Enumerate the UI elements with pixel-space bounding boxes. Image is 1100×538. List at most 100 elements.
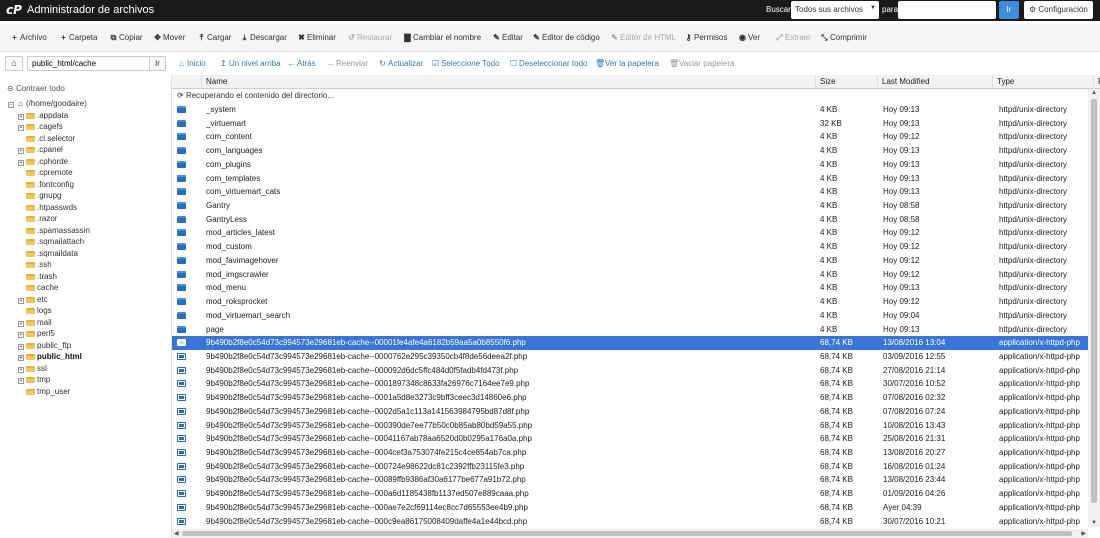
table-row[interactable]: 9b490b2f8e0c54d73c994573e29681eb-cache--… [172,405,1089,419]
toolbar-editor-de-html-button[interactable]: ✎ Editor de HTML [610,33,676,42]
table-row[interactable]: 9b490b2f8e0c54d73c994573e29681eb-cache--… [172,515,1089,529]
table-row[interactable]: _virtuemart 32 KB Hoy 09:13 httpd/unix-dire… [172,117,1089,131]
path-go-button[interactable]: Ir [149,56,166,71]
tree-item[interactable]: + public_html [18,351,82,362]
table-row[interactable]: 9b490b2f8e0c54d73c994573e29681eb-cache--… [172,487,1089,501]
table-row[interactable]: com_languages 4 KB Hoy 09:13 httpd/unix-dir… [172,144,1089,158]
table-row[interactable]: 9b490b2f8e0c54d73c994573e29681eb-cache--… [172,501,1089,515]
expand-icon[interactable]: + [18,343,24,350]
search-go-button[interactable]: Ir [999,1,1019,19]
nav-inicio-button[interactable]: ⌂ Inicio [177,59,206,68]
expand-icon[interactable]: + [18,297,24,304]
header-last-modified[interactable]: Last Modified [877,75,992,89]
table-row[interactable]: 9b490b2f8e0c54d73c994573e29681eb-cache--… [172,391,1089,405]
expand-icon[interactable]: + [18,159,24,166]
header-name[interactable]: Name [201,75,815,89]
tree-item[interactable]: .htpasswds [18,202,77,213]
toolbar-ver-button[interactable]: ◉ Ver [738,33,760,42]
table-row[interactable]: mod_favimagehover 4 KB Hoy 09:12 httpd/unix… [172,254,1089,268]
toolbar-cargar-button[interactable]: ⤒ Cargar [197,33,232,43]
table-row[interactable]: 9b490b2f8e0c54d73c994573e29681eb-cache--… [172,364,1089,378]
tree-item[interactable]: + ssl [18,363,47,374]
toolbar-permisos-button[interactable]: ⚷ Permisos [684,33,728,42]
tree-item[interactable]: + etc [18,294,48,305]
table-row[interactable]: mod_virtuemart_search 4 KB Hoy 09:04 httpd/… [172,309,1089,323]
tree-item[interactable]: .spamassassin [18,225,90,236]
scroll-right-icon[interactable]: ▶ [1081,530,1086,537]
nav-reenviar-button[interactable]: → Reenviar [326,59,369,68]
table-row[interactable]: GantryLess 4 KB Hoy 08:58 httpd/unix-direct… [172,213,1089,227]
expand-icon[interactable]: + [18,378,24,384]
table-row[interactable]: 9b490b2f8e0c54d73c994573e29681eb-cache--… [172,460,1089,474]
expand-icon[interactable]: + [18,320,24,327]
table-row[interactable]: 9b490b2f8e0c54d73c994573e29681eb-cache--… [172,446,1089,460]
nav-un-nivel-arriba-button[interactable]: ↥ Un nivel arriba [219,59,280,68]
tree-item[interactable]: + public_ftp [18,340,71,351]
toolbar-editar-button[interactable]: ✎ Editar [492,33,523,42]
toolbar-cambiar-el-nombre-button[interactable]: ▇ Cambiar el nombre [403,33,481,42]
toolbar-archivo-button[interactable]: + Archivo [10,33,47,42]
table-row[interactable]: 9b490b2f8e0c54d73c994573e29681eb-cache--… [172,350,1089,364]
search-input[interactable] [898,1,996,19]
tree-root[interactable]: − ⌂ (/home/goodaire) [8,98,87,109]
toolbar-comprimir-button[interactable]: ⤡ Comprimir [820,33,867,43]
toolbar-descargar-button[interactable]: ⤓ Descargar [240,33,287,43]
tree-item[interactable]: cache [18,282,58,293]
tree-item[interactable]: tmp_user [18,386,70,397]
toolbar-copiar-button[interactable]: ⧉ Copiar [109,33,143,43]
table-row[interactable]: 9b490b2f8e0c54d73c994573e29681eb-cache--… [172,419,1089,433]
tree-item[interactable]: logs [18,305,52,316]
table-row[interactable]: 9b490b2f8e0c54d73c994573e29681eb-cache--… [172,377,1089,391]
expand-icon[interactable]: + [18,332,24,338]
nav-vaciar-papelera-button[interactable]: 🗑Vaciar papelera [669,59,734,68]
scroll-up-icon[interactable]: ▲ [1091,90,1097,96]
path-input[interactable] [27,56,151,71]
header-permissions[interactable]: P [1093,75,1100,89]
table-row[interactable]: mod_roksprocket 4 KB Hoy 09:12 httpd/unix-d… [172,295,1089,309]
toolbar-mover-button[interactable]: ✥ Mover [153,33,185,42]
table-row[interactable]: 9b490b2f8e0c54d73c994573e29681eb-cache--… [172,336,1089,350]
nav-actualizar-button[interactable]: ↻ Actualizar [378,59,423,68]
table-row[interactable]: mod_imgscrawler 4 KB Hoy 09:12 httpd/unix-d… [172,268,1089,282]
nav-atr-s-button[interactable]: ← Atrás [287,59,316,68]
tree-item[interactable]: + .cpanel [18,144,63,155]
tree-item[interactable]: + tmp [18,374,50,385]
horizontal-scroll-thumb[interactable] [182,531,1072,536]
expand-icon[interactable]: + [18,125,24,131]
table-row[interactable]: com_templates 4 KB Hoy 09:13 httpd/unix-dir… [172,172,1089,186]
vertical-scroll-thumb[interactable] [1091,99,1097,503]
tree-item[interactable]: .razor [18,213,57,224]
table-row[interactable]: mod_custom 4 KB Hoy 09:12 httpd/unix-direct… [172,240,1089,254]
tree-item[interactable]: .trash [18,271,57,282]
vertical-scrollbar[interactable]: ▲ ▼ [1088,89,1100,527]
table-row[interactable]: com_plugins 4 KB Hoy 09:13 httpd/unix-direc… [172,158,1089,172]
table-row[interactable]: 9b490b2f8e0c54d73c994573e29681eb-cache--… [172,432,1089,446]
home-dir-button[interactable]: ⌂ [5,56,23,71]
settings-button[interactable]: ⚙ Configuración [1024,1,1093,19]
table-row[interactable]: mod_articles_latest 4 KB Hoy 09:12 httpd/un… [172,226,1089,240]
tree-item[interactable]: .sqmailattach [18,236,84,247]
toolbar-eliminar-button[interactable]: ✖ Eliminar [297,33,336,42]
nav-deseleccionar-todo-button[interactable]: ☐ Deseleccionar todo [509,59,588,68]
header-type[interactable]: Type [992,75,1093,89]
table-row[interactable]: Gantry 4 KB Hoy 08:58 httpd/unix-directory [172,199,1089,213]
expand-icon[interactable]: + [18,355,24,361]
table-row[interactable]: 9b490b2f8e0c54d73c994573e29681eb-cache--… [172,473,1089,487]
table-row[interactable]: mod_menu 4 KB Hoy 09:13 httpd/unix-director… [172,281,1089,295]
collapse-all-button[interactable]: ⊝ Contraer todo [7,84,65,93]
toolbar-editor-de-c-digo-button[interactable]: ✎ Editor de código [532,33,600,42]
collapse-toggle-icon[interactable]: − [8,102,14,108]
nav-seleccione-todo-button[interactable]: ☑ Seleccione Todo [431,59,500,68]
scroll-down-icon[interactable]: ▼ [1091,520,1097,526]
scroll-left-icon[interactable]: ◀ [174,530,179,537]
header-size[interactable]: Size [815,75,877,89]
horizontal-scrollbar[interactable]: ◀ ▶ [172,529,1088,538]
tree-item[interactable]: + perl5 [18,328,55,339]
expand-icon[interactable]: + [18,148,24,154]
tree-item[interactable]: + .cagefs [18,121,63,132]
table-row[interactable]: _system 4 KB Hoy 09:13 httpd/unix-directory [172,103,1089,117]
tree-item[interactable]: .ssh [18,259,52,270]
toolbar-carpeta-button[interactable]: + Carpeta [59,33,97,42]
tree-item[interactable]: + mail [18,317,52,328]
search-scope-select[interactable]: Todos sus archivos ▼ [791,1,879,19]
